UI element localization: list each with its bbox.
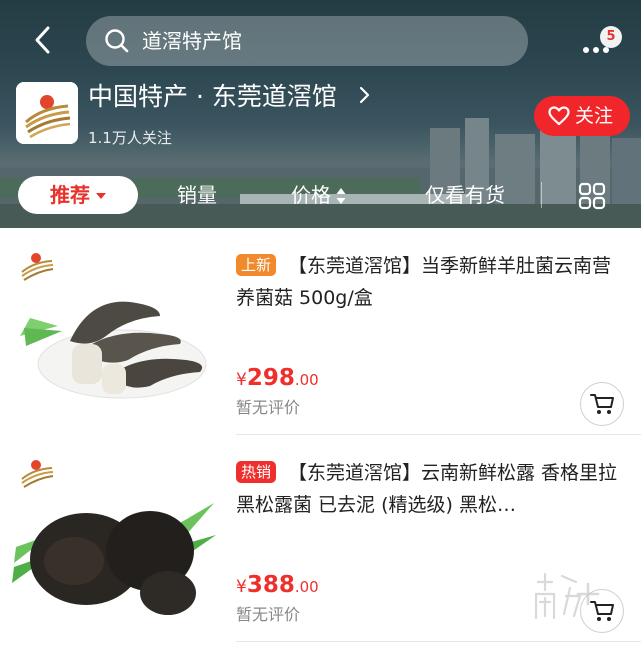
- price-integer: 298: [246, 365, 295, 391]
- review-status: 暂无评价: [236, 605, 301, 624]
- chevron-right-icon[interactable]: [358, 84, 372, 106]
- tab-divider: [541, 182, 542, 208]
- currency-symbol: ¥: [236, 577, 247, 597]
- review-status: 暂无评价: [236, 398, 301, 417]
- currency-symbol: ¥: [236, 370, 247, 390]
- message-count-badge: 5: [600, 26, 622, 48]
- product-price: ¥298.00: [236, 364, 319, 394]
- price-decimal: .00: [294, 371, 319, 389]
- product-price: ¥388.00: [236, 571, 319, 601]
- product-title[interactable]: 【东莞道滘馆】当季新鲜羊肚菌云南营养菌菇 500g/盒: [236, 250, 628, 314]
- search-bar[interactable]: 道滘特产馆: [86, 16, 528, 66]
- follower-count: 1.1万人关注: [88, 129, 172, 147]
- tab-sales[interactable]: 销量: [177, 183, 217, 207]
- top-bar: 道滘特产馆 5: [0, 12, 641, 68]
- cart-icon: [590, 394, 614, 414]
- sort-tabs: 推荐 销量 价格 仅看有货: [0, 172, 641, 218]
- caret-down-icon: [96, 193, 106, 199]
- tab-recommend-label: 推荐: [50, 183, 90, 207]
- product-image-morel-mushrooms[interactable]: [10, 236, 218, 426]
- tab-in-stock[interactable]: 仅看有货: [425, 183, 505, 207]
- follow-button[interactable]: 关注: [534, 96, 630, 136]
- sort-arrows-icon[interactable]: [336, 187, 346, 205]
- shop-logo-image: [16, 82, 78, 144]
- tab-price[interactable]: 价格: [291, 183, 331, 207]
- back-arrow-icon[interactable]: [26, 22, 62, 58]
- shop-logo[interactable]: [16, 82, 78, 144]
- shop-header: 道滘特产馆 5 中国特产 · 东莞道滘馆 1.1万人关注 关注 推荐 销量 价格…: [0, 0, 641, 228]
- add-to-cart-button[interactable]: [580, 382, 624, 426]
- tab-recommend[interactable]: 推荐: [18, 176, 138, 214]
- product-title[interactable]: 【东莞道滘馆】云南新鲜松露 香格里拉黑松露菌 已去泥 (精选级) 黑松…: [236, 457, 628, 521]
- search-icon: [105, 29, 129, 53]
- list-item[interactable]: 上新 【东莞道滘馆】当季新鲜羊肚菌云南营养菌菇 500g/盒 ¥298.00 暂…: [0, 228, 641, 434]
- follow-label: 关注: [575, 105, 614, 127]
- heart-icon: [548, 106, 570, 126]
- price-integer: 388: [246, 572, 295, 598]
- grid-view-icon[interactable]: [578, 182, 606, 210]
- search-input[interactable]: 道滘特产馆: [142, 28, 242, 54]
- price-decimal: .00: [294, 578, 319, 596]
- product-image-black-truffles[interactable]: [10, 443, 218, 633]
- item-divider: [236, 641, 641, 642]
- nanfang-plus-watermark: [534, 572, 600, 620]
- shop-name[interactable]: 中国特产 · 东莞道滘馆: [88, 80, 337, 114]
